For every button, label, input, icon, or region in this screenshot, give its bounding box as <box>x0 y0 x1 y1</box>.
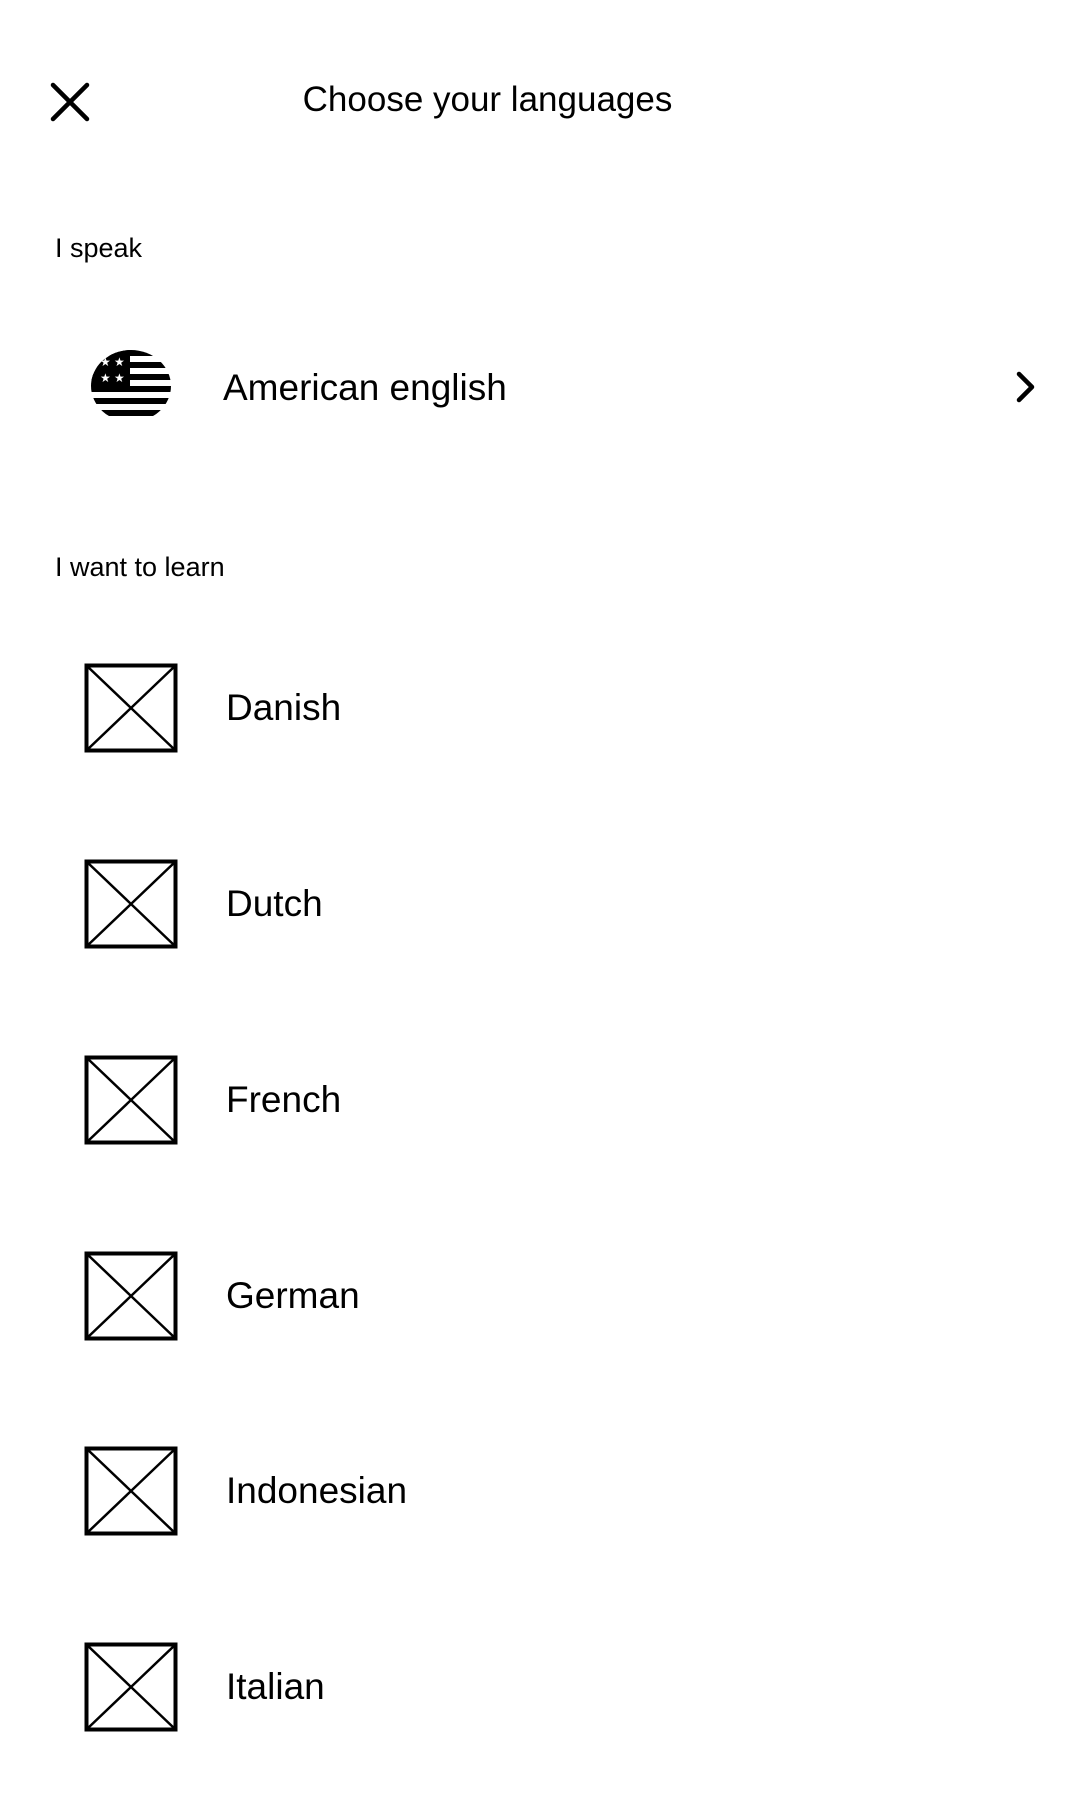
language-label: German <box>226 1275 360 1316</box>
language-label: Indonesian <box>226 1470 408 1511</box>
image-placeholder-icon <box>84 663 178 753</box>
svg-text:★: ★ <box>114 371 125 385</box>
language-row-italian[interactable]: Italian <box>0 1612 1080 1762</box>
image-placeholder-icon <box>84 1446 178 1536</box>
language-row-indonesian[interactable]: Indonesian <box>0 1416 1080 1566</box>
image-placeholder-icon <box>84 859 178 949</box>
language-label: Dutch <box>226 883 323 924</box>
speak-language-label: American english <box>223 367 507 408</box>
language-row-french[interactable]: French <box>0 1025 1080 1175</box>
image-placeholder-icon <box>84 1251 178 1341</box>
svg-text:★: ★ <box>100 371 111 385</box>
section-label-speak: I speak <box>55 233 143 263</box>
language-row-danish[interactable]: Danish <box>0 633 1080 783</box>
language-label: Danish <box>226 687 342 728</box>
language-row-dutch[interactable]: Dutch <box>0 829 1080 979</box>
language-label: French <box>226 1079 342 1120</box>
image-placeholder-icon <box>84 1055 178 1145</box>
section-label-learn: I want to learn <box>55 552 225 582</box>
svg-text:★: ★ <box>100 355 111 369</box>
page-title: Choose your languages <box>302 80 673 119</box>
image-placeholder-icon <box>84 1642 178 1732</box>
chevron-right-icon[interactable] <box>1012 370 1040 404</box>
us-flag-icon: ★ ★ ★ ★ <box>91 350 171 422</box>
language-label: Italian <box>226 1666 325 1707</box>
svg-text:★: ★ <box>114 355 125 369</box>
language-row-german[interactable]: German <box>0 1221 1080 1371</box>
